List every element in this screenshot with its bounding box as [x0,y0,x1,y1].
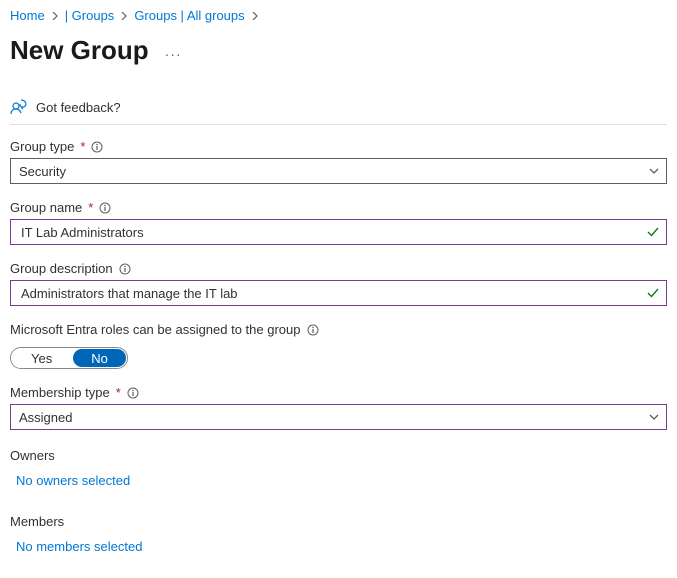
chevron-right-icon [251,12,259,20]
required-marker: * [88,200,93,215]
members-link[interactable]: No members selected [16,539,142,554]
group-type-label: Group type [10,139,74,154]
breadcrumb-all-groups[interactable]: Groups | All groups [134,8,244,23]
breadcrumb-groups-root[interactable]: | Groups [65,8,115,23]
chevron-down-icon [648,165,660,177]
membership-type-select[interactable]: Assigned [10,404,667,430]
feedback-link[interactable]: Got feedback? [10,98,667,116]
chevron-right-icon [51,12,59,20]
checkmark-icon [646,225,660,239]
info-icon[interactable] [307,324,319,336]
toggle-option-yes[interactable]: Yes [11,348,72,368]
breadcrumb-home[interactable]: Home [10,8,45,23]
info-icon[interactable] [119,263,131,275]
page-title: New Group [10,35,149,66]
membership-type-value: Assigned [19,410,72,425]
chevron-down-icon [648,411,660,423]
info-icon[interactable] [127,387,139,399]
owners-label: Owners [10,448,667,463]
group-description-input-wrap [10,280,667,306]
required-marker: * [80,139,85,154]
entra-roles-label: Microsoft Entra roles can be assigned to… [10,322,301,337]
toggle-option-no[interactable]: No [73,349,126,367]
checkmark-icon [646,286,660,300]
chevron-right-icon [120,12,128,20]
owners-link[interactable]: No owners selected [16,473,130,488]
info-icon[interactable] [99,202,111,214]
group-description-input[interactable] [19,285,638,302]
feedback-label: Got feedback? [36,100,121,115]
group-type-select[interactable]: Security [10,158,667,184]
membership-type-label: Membership type [10,385,110,400]
breadcrumb: Home | Groups Groups | All groups [10,6,667,25]
group-type-value: Security [19,164,66,179]
feedback-icon [10,98,28,116]
group-description-label: Group description [10,261,113,276]
more-actions-button[interactable]: ··· [165,46,182,62]
info-icon[interactable] [91,141,103,153]
divider [10,124,667,125]
group-name-input[interactable] [19,224,638,241]
entra-roles-toggle[interactable]: Yes No [10,347,128,369]
group-name-input-wrap [10,219,667,245]
members-label: Members [10,514,667,529]
required-marker: * [116,385,121,400]
group-name-label: Group name [10,200,82,215]
